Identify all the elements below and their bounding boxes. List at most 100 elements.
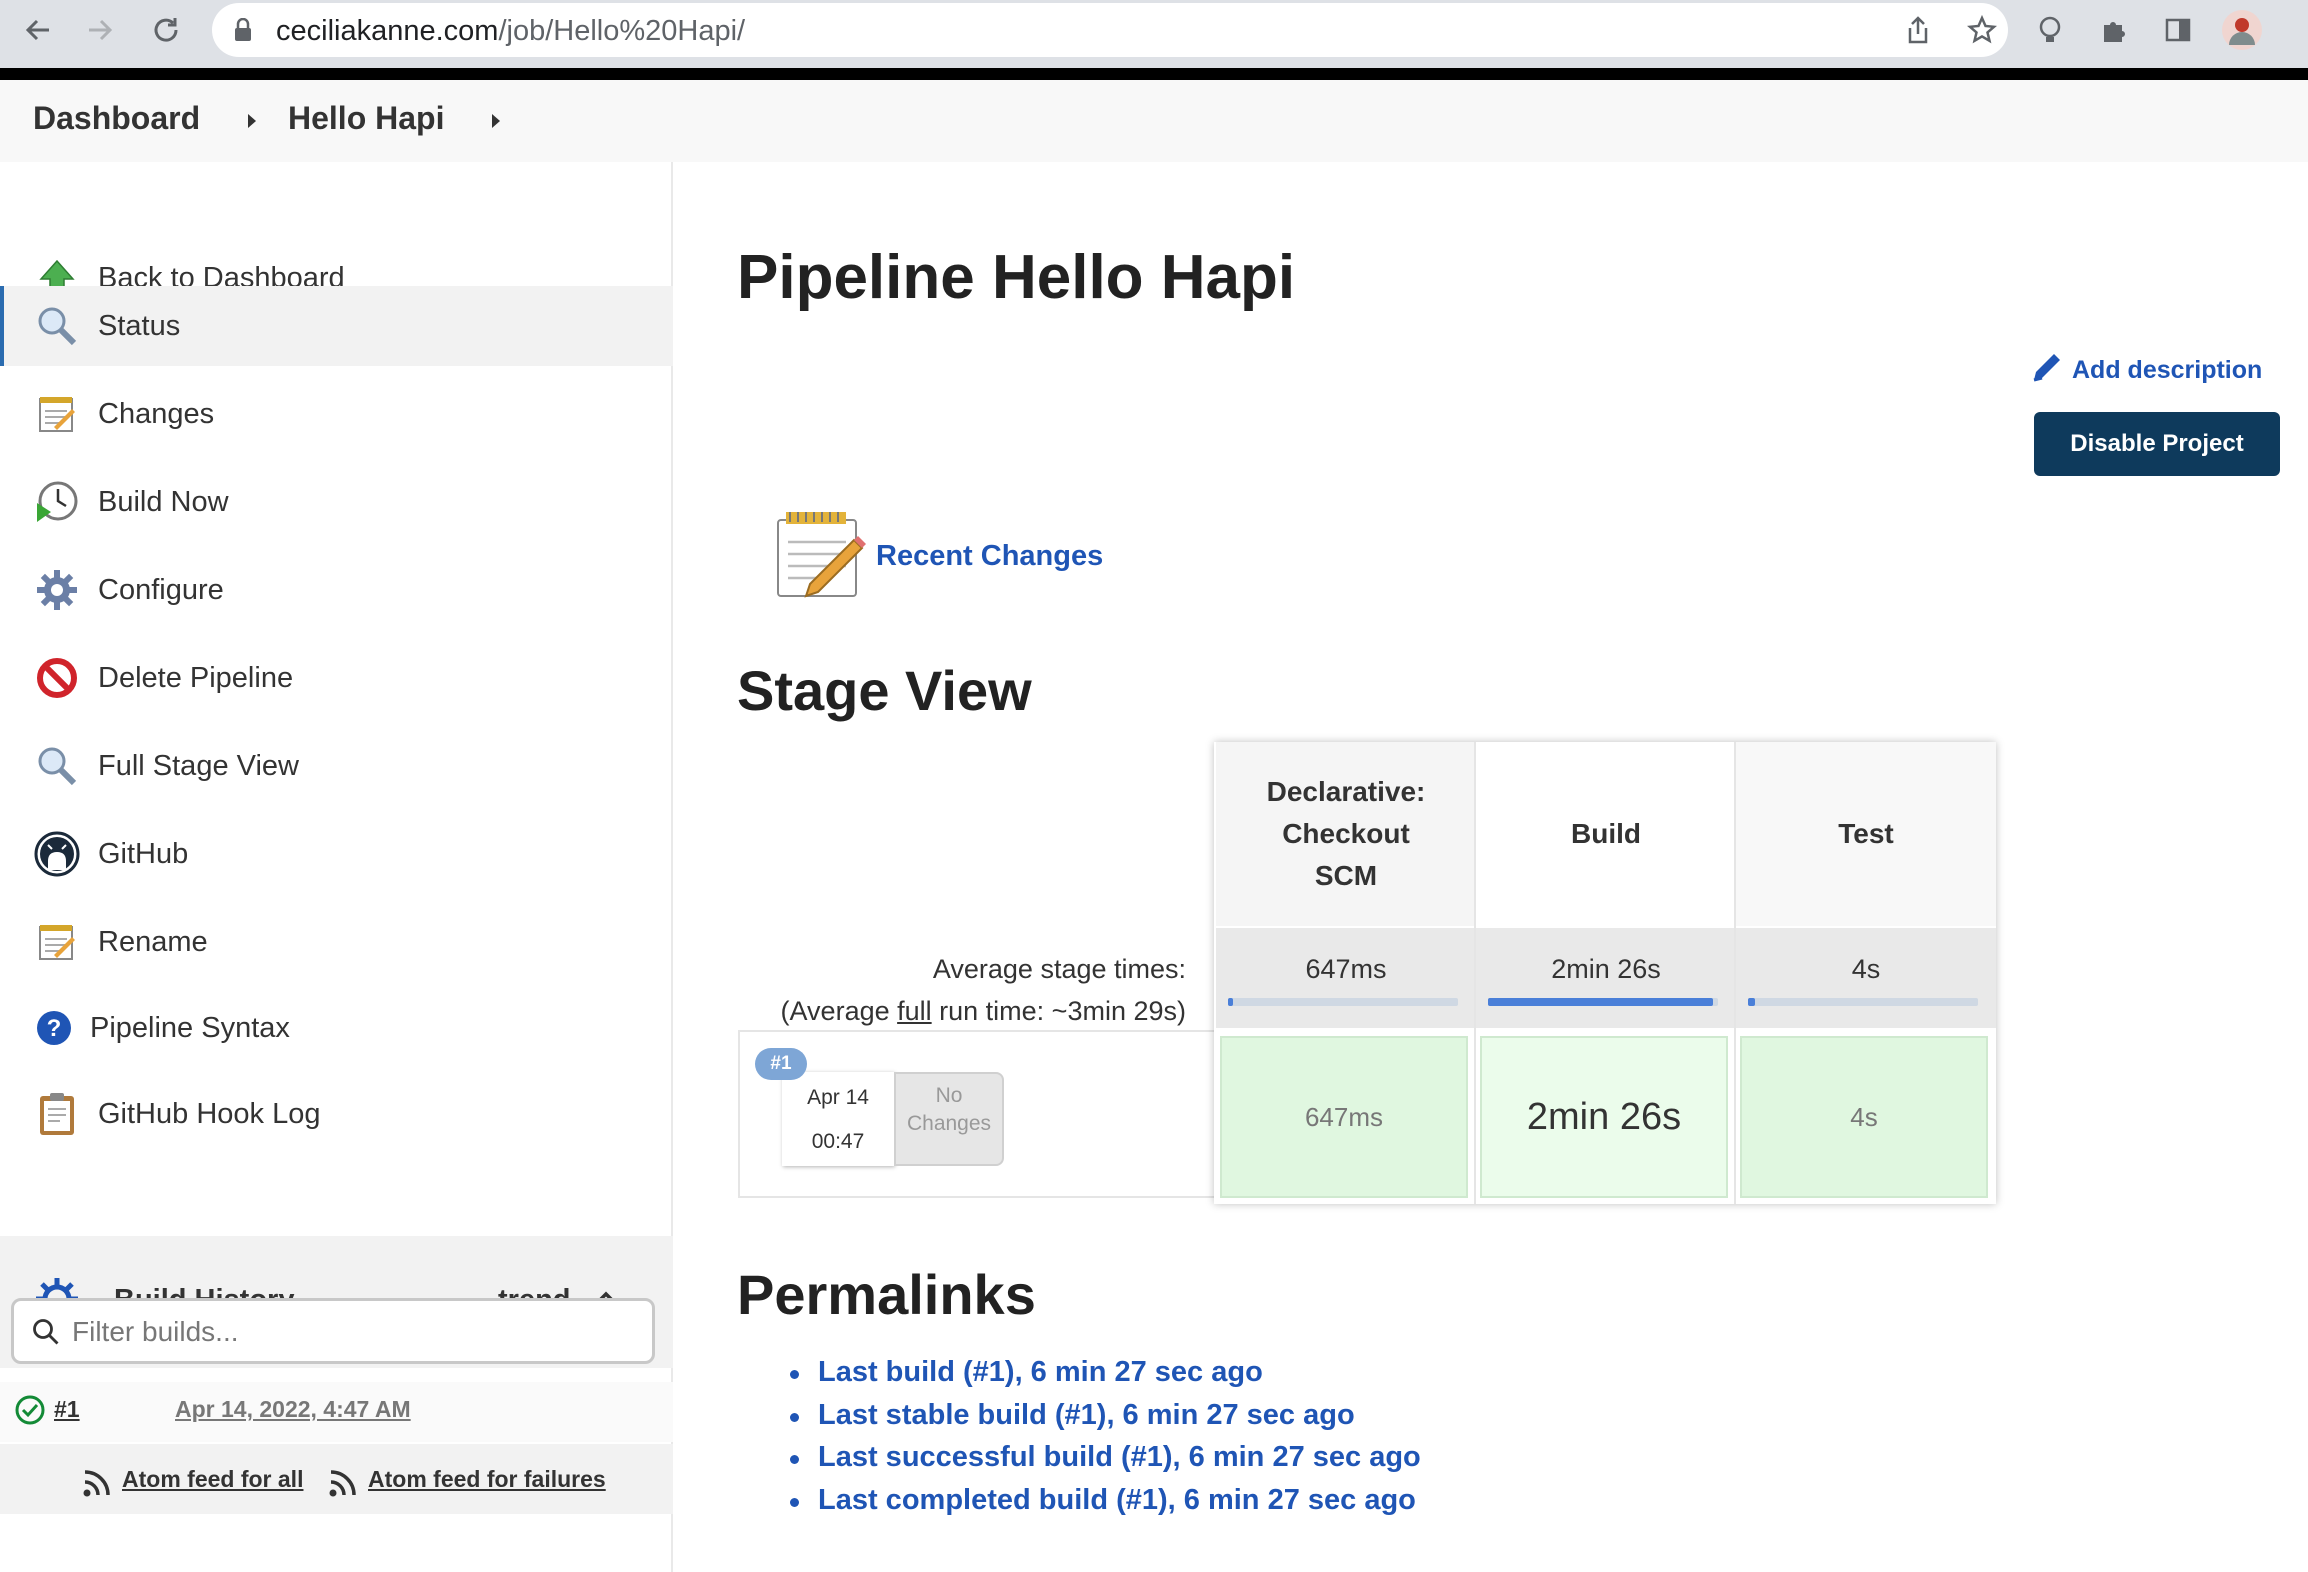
- stage-header-line: SCM: [1314, 860, 1378, 891]
- add-description-link[interactable]: Add description: [2030, 350, 2262, 391]
- sidebar-item-github[interactable]: GitHub: [0, 814, 673, 894]
- filter-builds-field[interactable]: [11, 1298, 655, 1364]
- add-description-label: Add description: [2072, 356, 2263, 384]
- build-number-link[interactable]: #1: [54, 1396, 80, 1423]
- sidebar-item-full-stage-view[interactable]: Full Stage View: [0, 726, 673, 806]
- stage-view-table: Declarative: Checkout SCM Build Test 647ms…: [1214, 742, 1996, 1204]
- sidebar-item-build-now[interactable]: Build Now: [0, 462, 673, 542]
- avg-time-value: 647ms: [1305, 954, 1387, 984]
- side-panel-icon[interactable]: [2154, 6, 2202, 54]
- sidebar-item-status[interactable]: Status: [0, 286, 673, 366]
- stage-header-line: Test: [1838, 818, 1894, 849]
- permalinks-heading: Permalinks: [737, 1263, 1036, 1326]
- build-date-link[interactable]: Apr 14, 2022, 4:47 AM: [175, 1396, 411, 1423]
- avg-time-bar-fill: [1228, 998, 1233, 1006]
- run-time: 00:47: [811, 1130, 865, 1153]
- clipboard-icon: [33, 1090, 81, 1138]
- stage-divider: [1474, 742, 1476, 1204]
- avg-time-bar-fill: [1748, 998, 1755, 1006]
- avg-time-bar-fill: [1488, 998, 1714, 1006]
- magnifier-icon: [33, 742, 81, 790]
- build-history-row[interactable]: #1 Apr 14, 2022, 4:47 AM: [0, 1382, 673, 1442]
- help-icon: ?: [30, 1004, 78, 1052]
- sidebar-item-label: GitHub Hook Log: [98, 1097, 321, 1130]
- avg-time-checkout-scm: 647ms: [1216, 928, 1476, 1028]
- filter-builds-input[interactable]: [72, 1314, 632, 1350]
- avg-time-test: 4s: [1736, 928, 1996, 1028]
- page-title: Pipeline Hello Hapi: [737, 243, 1296, 312]
- stage-header-line: Build: [1571, 818, 1641, 849]
- extension-bulb-icon[interactable]: [2026, 6, 2074, 54]
- notepad-icon: [774, 510, 868, 605]
- avg-time-bar: [1228, 998, 1458, 1006]
- permalink-last-completed-build[interactable]: Last completed build (#1), 6 min 27 sec …: [790, 1484, 1421, 1527]
- stage-divider: [1734, 742, 1736, 1204]
- no-changes-line2: Changes: [906, 1112, 992, 1135]
- clock-play-icon: [33, 478, 81, 526]
- stage-header-line: Declarative:: [1266, 776, 1426, 807]
- run-date-card[interactable]: Apr 14 00:47: [782, 1072, 894, 1166]
- breadcrumb-chevron-icon[interactable]: [248, 114, 256, 128]
- recent-changes-link[interactable]: Recent Changes: [876, 540, 1103, 573]
- atom-feeds: Atom feed for all Atom feed for failures: [0, 1444, 673, 1514]
- lock-icon: [234, 17, 252, 47]
- stage-cell-build[interactable]: 2min 26s: [1480, 1036, 1728, 1198]
- stage-cell-checkout-scm[interactable]: 647ms: [1220, 1036, 1468, 1198]
- browser-chrome: ceciliakanne.com/job/Hello%20Hapi/: [0, 0, 2308, 68]
- stage-header-test: Test: [1736, 742, 1996, 926]
- atom-feed-all-link[interactable]: Atom feed for all: [122, 1466, 303, 1493]
- search-icon: [32, 1318, 60, 1351]
- sidebar-item-label: Build Now: [98, 485, 229, 518]
- address-bar[interactable]: ceciliakanne.com/job/Hello%20Hapi/: [212, 3, 2008, 57]
- run-date: Apr 14: [807, 1086, 869, 1109]
- no-entry-icon: [33, 654, 81, 702]
- sidebar-item-github-hook-log[interactable]: GitHub Hook Log: [0, 1074, 673, 1154]
- magnifier-icon: [33, 302, 81, 350]
- sidebar-item-delete-pipeline[interactable]: Delete Pipeline: [0, 638, 673, 718]
- back-icon[interactable]: [14, 6, 62, 54]
- avg-run-time-label: (Average full run time: ~3min 29s): [740, 990, 1186, 1032]
- pencil-icon: [2030, 350, 2064, 391]
- extensions-puzzle-icon[interactable]: [2090, 6, 2138, 54]
- full-run-link[interactable]: full: [897, 996, 932, 1026]
- permalink-last-successful-build[interactable]: Last successful build (#1), 6 min 27 sec…: [790, 1441, 1421, 1484]
- stage-view-heading: Stage View: [737, 659, 1032, 722]
- sidebar-item-configure[interactable]: Configure: [0, 550, 673, 630]
- sidebar-item-label: Pipeline Syntax: [90, 1011, 290, 1044]
- sidebar-item-label: GitHub: [98, 837, 189, 870]
- avg-time-build: 2min 26s: [1476, 928, 1736, 1028]
- breadcrumb-chevron-icon[interactable]: [492, 114, 500, 128]
- atom-feed-failures-link[interactable]: Atom feed for failures: [368, 1466, 606, 1493]
- avg-run-suffix: run time: ~3min 29s): [931, 996, 1186, 1026]
- avg-time-value: 2min 26s: [1551, 954, 1661, 984]
- sidebar: Back to Dashboard Status Changes Build N…: [0, 162, 673, 1572]
- reload-icon[interactable]: [142, 6, 190, 54]
- permalink-last-stable-build[interactable]: Last stable build (#1), 6 min 27 sec ago: [790, 1399, 1421, 1442]
- stage-cell-test[interactable]: 4s: [1740, 1036, 1988, 1198]
- svg-text:?: ?: [47, 1015, 62, 1042]
- share-icon[interactable]: [1902, 14, 1934, 46]
- sidebar-item-changes[interactable]: Changes: [0, 374, 673, 454]
- profile-avatar[interactable]: [2218, 6, 2266, 54]
- stage-header-checkout-scm: Declarative: Checkout SCM: [1216, 742, 1476, 926]
- browser-divider: [0, 68, 2308, 80]
- notepad-icon: [33, 390, 81, 438]
- success-check-icon: [14, 1394, 46, 1431]
- sidebar-item-pipeline-syntax[interactable]: ? Pipeline Syntax: [0, 988, 673, 1068]
- sidebar-item-rename[interactable]: Rename: [0, 902, 673, 982]
- sidebar-item-label: Configure: [98, 573, 224, 606]
- breadcrumb-hello-hapi[interactable]: Hello Hapi: [288, 100, 444, 137]
- avg-time-bar: [1488, 998, 1718, 1006]
- sidebar-item-label: Delete Pipeline: [98, 661, 294, 694]
- run-number-badge[interactable]: #1: [755, 1048, 807, 1080]
- disable-project-button[interactable]: Disable Project: [2034, 412, 2280, 476]
- breadcrumb-dashboard[interactable]: Dashboard: [33, 100, 200, 137]
- no-changes-line1: No: [935, 1084, 963, 1107]
- breadcrumb: Dashboard Hello Hapi: [0, 80, 2308, 162]
- rss-feed-icon: [82, 1468, 112, 1503]
- forward-icon[interactable]: [76, 6, 124, 54]
- no-changes-badge: No Changes: [894, 1072, 1004, 1166]
- permalink-last-build[interactable]: Last build (#1), 6 min 27 sec ago: [790, 1356, 1421, 1399]
- bookmark-star-icon[interactable]: [1966, 14, 1998, 46]
- sidebar-item-label: Changes: [98, 397, 215, 430]
